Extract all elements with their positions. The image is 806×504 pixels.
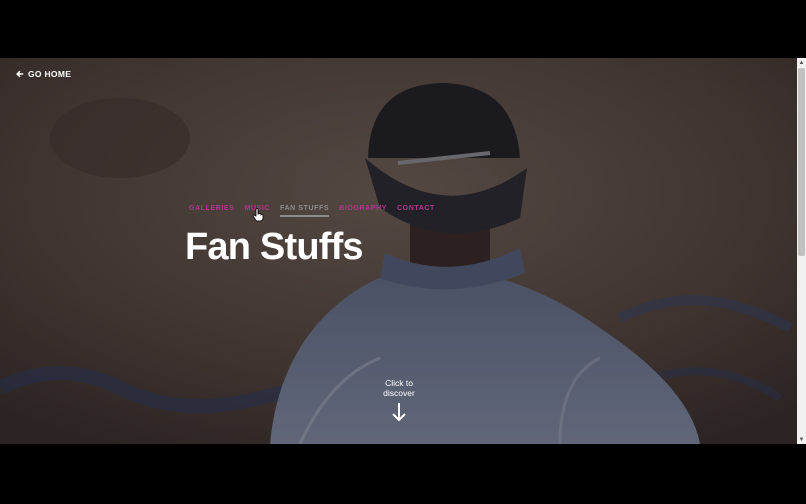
arrow-left-icon	[16, 70, 24, 78]
nav-item-contact[interactable]: CONTACT	[397, 205, 435, 217]
page-title: Fan Stuffs	[185, 226, 364, 268]
page-viewport: GO HOME GALLERIES MUSIC FAN STUFFS BIOGR…	[0, 58, 797, 444]
discover-label-line2: discover	[383, 388, 415, 398]
discover-button[interactable]: Click to discover	[372, 378, 426, 422]
scroll-thumb[interactable]	[798, 68, 805, 256]
hand-pointer-icon	[252, 208, 264, 222]
scroll-up-icon[interactable]: ▲	[797, 58, 806, 67]
go-home-label: GO HOME	[28, 69, 72, 79]
nav-item-fan-stuffs[interactable]: FAN STUFFS	[280, 205, 330, 217]
go-home-link[interactable]: GO HOME	[16, 69, 71, 79]
browser-frame: GO HOME GALLERIES MUSIC FAN STUFFS BIOGR…	[0, 0, 806, 504]
scroll-down-icon[interactable]: ▼	[797, 435, 806, 444]
section-nav: GALLERIES MUSIC FAN STUFFS BIOGRAPHY CON…	[189, 205, 435, 217]
nav-item-biography[interactable]: BIOGRAPHY	[339, 205, 387, 217]
nav-item-galleries[interactable]: GALLERIES	[189, 205, 234, 217]
discover-label-line1: Click to	[385, 378, 413, 388]
vertical-scrollbar[interactable]: ▲ ▼	[797, 58, 806, 444]
arrow-down-icon	[392, 403, 406, 422]
